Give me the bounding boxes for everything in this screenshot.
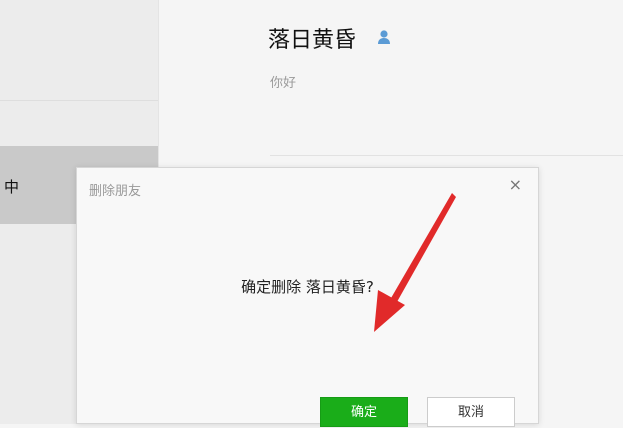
cancel-button[interactable]: 取消 xyxy=(427,397,515,427)
person-icon xyxy=(378,30,390,44)
profile-divider xyxy=(270,155,623,156)
profile-name: 落日黄昏 xyxy=(268,28,357,53)
delete-friend-dialog: 删除朋友 × 确定删除 落日黄昏? 确定 取消 xyxy=(76,167,539,427)
dialog-message: 确定删除 落日黄昏? xyxy=(241,278,374,296)
dialog-title: 删除朋友 xyxy=(89,184,142,199)
sidebar-selected-item-label: 中 xyxy=(4,178,20,196)
sidebar-divider xyxy=(0,100,158,101)
close-icon[interactable]: × xyxy=(505,175,526,195)
profile-signature: 你好 xyxy=(270,76,297,91)
confirm-button[interactable]: 确定 xyxy=(320,397,408,427)
